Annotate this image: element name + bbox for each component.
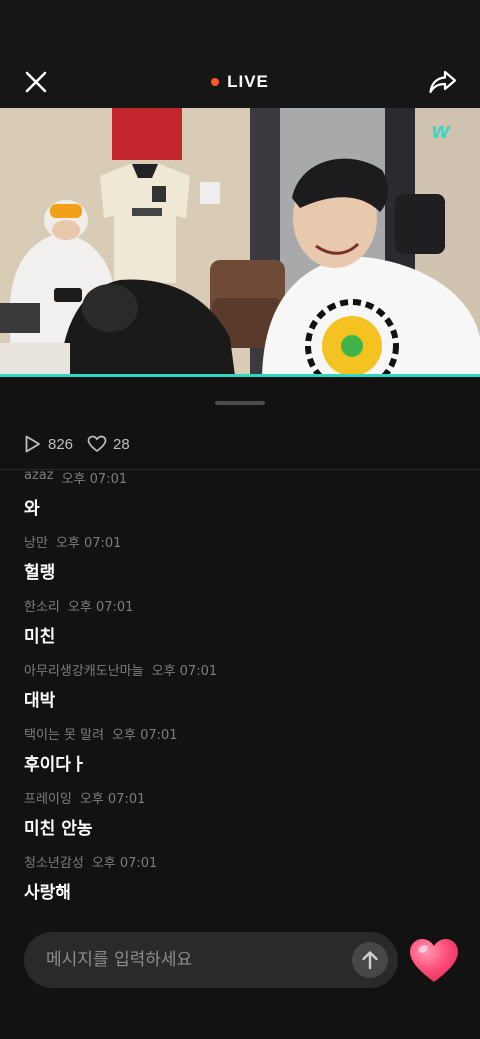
stats-row: 826 28 [24, 432, 144, 456]
chat-text: 미친 안농 [24, 819, 93, 839]
live-indicator: LIVE [0, 70, 480, 94]
chat-text: 헐랭 [24, 563, 56, 583]
chat-timestamp: 오후 07:01 [151, 664, 218, 679]
message-composer [0, 915, 480, 1039]
chat-text: 대박 [24, 691, 56, 711]
message-input-container [24, 932, 398, 988]
view-count-value: 826 [48, 435, 74, 453]
weverse-w-logo: w [432, 118, 451, 143]
send-button[interactable] [352, 942, 388, 978]
chat-username: 아무리생강캐도난마늘 [24, 664, 144, 679]
chat-timestamp: 오후 07:01 [112, 728, 178, 743]
chat-username: 낭만 [24, 536, 48, 551]
chat-timestamp: 오후 07:01 [67, 600, 134, 615]
live-video-player[interactable]: w [0, 108, 480, 376]
chat-username: 청소년감성 [24, 856, 84, 871]
heart-reaction-icon [410, 939, 458, 982]
heart-outline-icon [87, 435, 107, 452]
like-count: 28 [87, 435, 130, 453]
chat-message: 청소년감성 오후 07:01 사랑해 [24, 852, 454, 908]
chat-username: azaz [24, 470, 54, 483]
live-label: LIVE [227, 72, 269, 91]
chat-message: 한소리 오후 07:01 미친 [24, 596, 454, 652]
chat-text: 미친 [24, 627, 56, 647]
arrow-up-icon [362, 951, 378, 970]
video-progress-bar [0, 374, 480, 377]
share-button[interactable] [426, 65, 460, 99]
chat-message: azaz 오후 07:01 와 [24, 470, 454, 524]
chat-username: 택이는 못 말려 [24, 728, 105, 743]
chat-message: 프레이잉 오후 07:01 미친 안농 [24, 788, 454, 844]
chat-text: 사랑해 [24, 883, 71, 903]
message-input[interactable] [46, 932, 346, 988]
like-count-value: 28 [113, 435, 130, 453]
video-frame-image: w [0, 108, 480, 376]
chat-username: 프레이잉 [24, 792, 72, 807]
chat-text: 후이다ㅏ [24, 755, 87, 775]
chat-timestamp: 오후 07:01 [79, 792, 146, 807]
top-bar: LIVE [0, 0, 480, 108]
live-stream-screen: LIVE w 826 28 azaz 오후 07:01 와 낭만 오후 07:0… [0, 0, 480, 1039]
share-icon [429, 70, 457, 94]
chat-text: 와 [24, 499, 40, 519]
sheet-drag-handle[interactable] [215, 401, 265, 405]
chat-message: 낭만 오후 07:01 헐랭 [24, 532, 454, 588]
chat-username: 한소리 [24, 600, 60, 615]
chat-message: 택이는 못 말려 오후 07:01 후이다ㅏ [24, 724, 454, 780]
heart-reaction-button[interactable] [408, 937, 460, 985]
chat-timestamp: 오후 07:01 [55, 536, 122, 551]
live-dot [211, 78, 220, 86]
view-count: 826 [24, 434, 73, 454]
chat-timestamp: 오후 07:01 [91, 856, 158, 871]
play-icon [25, 435, 40, 453]
chat-list[interactable]: azaz 오후 07:01 와 낭만 오후 07:01 헐랭 한소리 오후 07:01… [24, 470, 454, 915]
chat-message: 아무리생강캐도난마늘 오후 07:01 대박 [24, 660, 454, 716]
chat-timestamp: 오후 07:01 [61, 472, 128, 487]
